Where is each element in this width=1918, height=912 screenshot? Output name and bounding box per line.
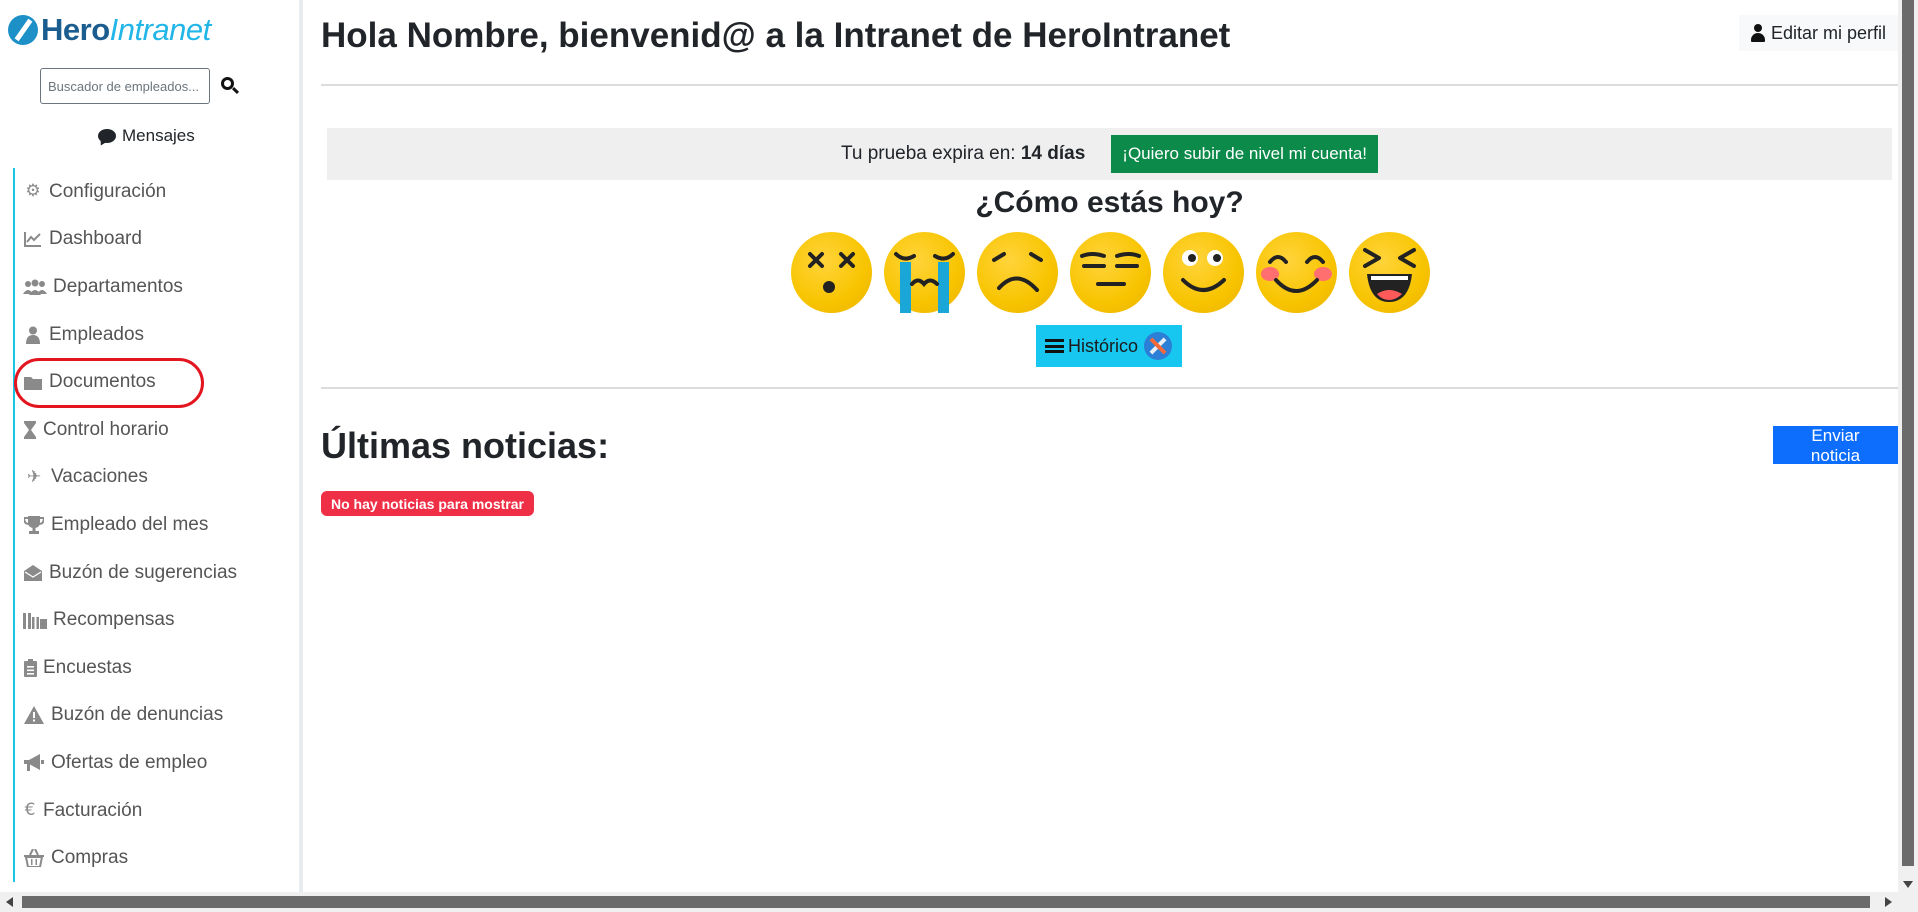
sidebar-item-label: Recompensas (53, 609, 175, 631)
sidebar-item-label: Configuración (49, 180, 167, 202)
folder-icon (23, 372, 43, 392)
logo-intranet-text: Intranet (109, 12, 212, 47)
vertical-scrollbar[interactable] (1898, 0, 1918, 892)
logo-mark-icon (8, 15, 38, 45)
user-icon (1750, 24, 1765, 42)
crying-face-icon[interactable] (884, 232, 965, 313)
user-icon (23, 325, 43, 345)
sidebar-item-label: Encuestas (43, 656, 132, 678)
sidebar-nav: ⚙ Configuración Dashboard Departamentos (13, 168, 299, 882)
trophy-icon (23, 515, 45, 535)
logo[interactable]: Hero Intranet (8, 10, 211, 50)
news-section-title: Últimas noticias: (321, 425, 610, 466)
trial-days: 14 días (1020, 143, 1086, 164)
history-button[interactable]: Histórico (1036, 325, 1183, 367)
comment-icon (98, 129, 116, 143)
edit-profile-label: Editar mi perfil (1770, 22, 1886, 43)
sidebar-item-vacaciones[interactable]: ✈ Vacaciones (13, 453, 299, 502)
sidebar-item-recompensas[interactable]: Recompensas (13, 596, 299, 644)
sidebar-item-label: Buzón de denuncias (51, 704, 224, 726)
sidebar-item-label: Facturación (43, 799, 143, 821)
mood-selector (791, 232, 1430, 313)
sidebar-item-dashboard[interactable]: Dashboard (13, 215, 299, 264)
gear-icon: ⚙ (25, 181, 41, 202)
welcome-middle: , bienvenid@ a la Intranet de (538, 16, 1023, 55)
scroll-down-arrow-icon[interactable] (1903, 881, 1913, 888)
sidebar-item-control-horario[interactable]: Control horario (13, 405, 299, 454)
users-icon (23, 277, 47, 297)
vertical-scroll-thumb[interactable] (1902, 0, 1914, 866)
mood-title: ¿Cómo estás hoy? (975, 186, 1244, 219)
sidebar-item-buzon-de-denuncias[interactable]: Buzón de denuncias (13, 691, 299, 740)
messages-label: Mensajes (122, 126, 195, 145)
smiling-face-icon[interactable] (1163, 232, 1244, 313)
megaphone-icon (23, 753, 45, 773)
sidebar-item-empleados[interactable]: Empleados (13, 310, 299, 359)
gifts-icon (23, 610, 47, 630)
frowning-face-icon[interactable] (977, 232, 1058, 313)
sidebar-item-label: Compras (51, 847, 129, 869)
sidebar-item-label: Empleado del mes (51, 513, 209, 535)
laughing-face-icon[interactable] (1349, 232, 1430, 313)
sidebar-item-label: Buzón de sugerencias (49, 561, 238, 583)
warning-icon (23, 705, 45, 725)
main-content: Hola Nombre, bienvenid@ a la Intranet de… (321, 0, 1898, 892)
search-icon[interactable] (220, 76, 240, 96)
list-icon (1045, 339, 1064, 353)
page-title: Hola Nombre, bienvenid@ a la Intranet de… (321, 16, 1230, 56)
employee-search (40, 68, 240, 104)
sidebar-item-departamentos[interactable]: Departamentos (13, 263, 299, 311)
horizontal-scroll-thumb[interactable] (22, 896, 1870, 908)
basket-icon (23, 848, 45, 868)
clipboard-list-icon (23, 658, 37, 678)
trial-banner: Tu prueba expira en: 14 días ¡Quiero sub… (327, 128, 1892, 180)
sidebar-item-label: Dashboard (49, 228, 142, 250)
history-label: Histórico (1068, 335, 1139, 356)
sidebar-item-compras[interactable]: Compras (13, 834, 299, 882)
envelope-open-icon (23, 563, 43, 583)
messages-link[interactable]: Mensajes (98, 126, 195, 146)
app-window: HeroIntranet Mensajes ⚙ Configuración Da… (0, 0, 1918, 912)
sidebar-item-label: Vacaciones (51, 466, 148, 488)
sidebar-item-empleado-del-mes[interactable]: Empleado del mes (13, 501, 299, 549)
euro-icon: € (24, 800, 36, 821)
logo-hero-text: Hero (41, 12, 110, 47)
dizzy-face-icon[interactable] (791, 232, 872, 313)
expressionless-face-icon[interactable] (1070, 232, 1151, 313)
sidebar-item-encuestas[interactable]: Encuestas (13, 643, 299, 692)
sidebar: HeroIntranet Mensajes ⚙ Configuración Da… (0, 0, 303, 892)
tools-icon (1144, 332, 1173, 360)
sidebar-item-label: Empleados (49, 323, 145, 345)
chart-line-icon (23, 229, 43, 249)
sidebar-item-label: Departamentos (53, 275, 183, 297)
trial-label: Tu prueba expira en: (840, 143, 1021, 164)
welcome-prefix: Hola (321, 16, 407, 55)
scroll-right-arrow-icon[interactable] (1885, 897, 1892, 907)
hourglass-icon (23, 420, 37, 440)
divider (321, 84, 1898, 86)
plane-icon: ✈ (26, 466, 42, 487)
scroll-left-arrow-icon[interactable] (6, 897, 13, 907)
sidebar-item-label: Documentos (49, 371, 156, 393)
upgrade-account-button[interactable]: ¡Quiero subir de nivel mi cuenta! (1111, 135, 1379, 173)
sidebar-item-ofertas-de-empleo[interactable]: Ofertas de empleo (13, 739, 299, 787)
sidebar-item-configuracion[interactable]: ⚙ Configuración (13, 168, 299, 216)
edit-profile-button[interactable]: Editar mi perfil (1738, 15, 1898, 51)
employee-search-input[interactable] (40, 68, 210, 104)
sidebar-item-buzon-de-sugerencias[interactable]: Buzón de sugerencias (13, 548, 299, 597)
trial-text: Tu prueba expira en: 14 días (841, 143, 1085, 165)
divider (321, 387, 1898, 389)
horizontal-scrollbar[interactable] (0, 892, 1918, 912)
blushing-face-icon[interactable] (1256, 232, 1337, 313)
sidebar-item-label: Ofertas de empleo (51, 751, 208, 773)
sidebar-item-label: Control horario (43, 418, 169, 440)
sidebar-item-facturacion[interactable]: € Facturación (13, 786, 299, 835)
welcome-company-name: HeroIntranet (1022, 16, 1231, 55)
welcome-user-name: Nombre (406, 16, 539, 55)
send-news-button[interactable]: Enviar noticia (1773, 426, 1898, 465)
empty-news-badge: No hay noticias para mostrar (321, 491, 534, 516)
sidebar-item-documentos[interactable]: Documentos (13, 358, 299, 406)
